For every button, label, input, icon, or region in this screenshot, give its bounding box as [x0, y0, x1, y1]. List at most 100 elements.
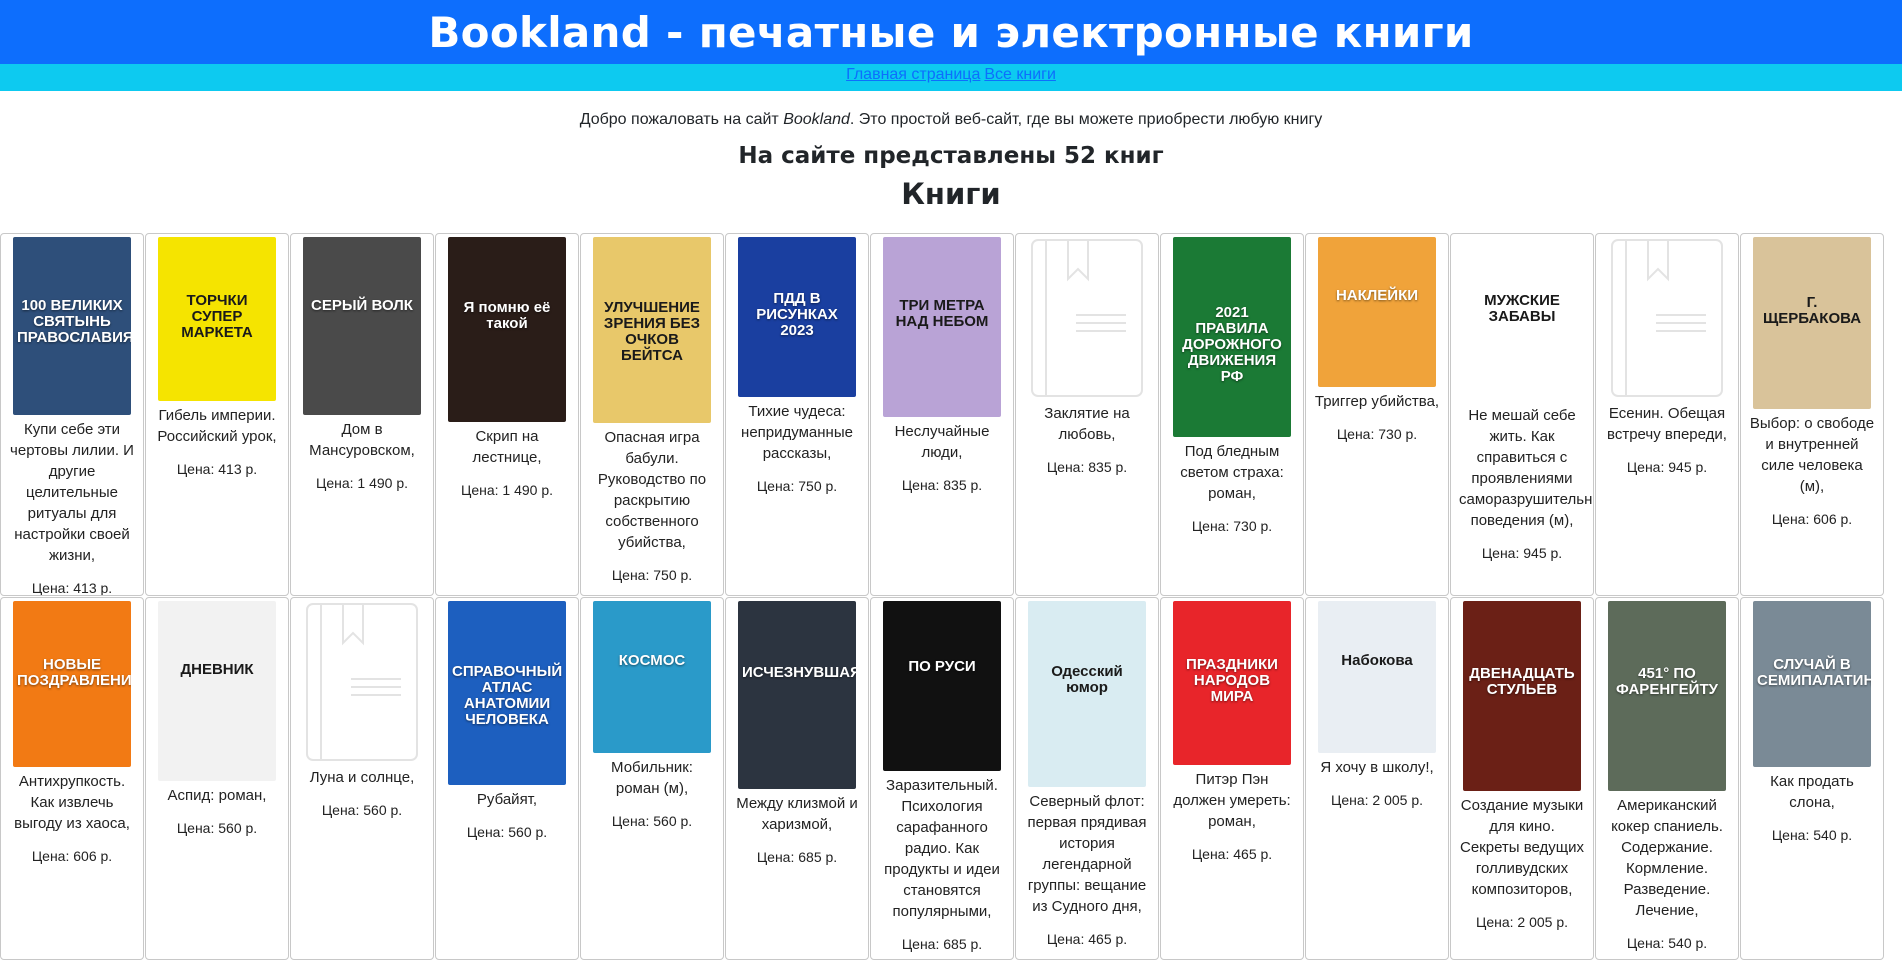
book-title[interactable]: Купи себе эти чертовы лилии. И другие це… — [9, 419, 135, 566]
cover-title: СЛУЧАЙ В СЕМИПАЛАТИНСКЕ — [1757, 656, 1871, 690]
book-cover[interactable]: СЕРЫЙ ВОЛК — [303, 237, 421, 415]
book-card[interactable]: СПРАВОЧНЫЙ АТЛАС АНАТОМИИ ЧЕЛОВЕКА Рубайя… — [435, 597, 579, 960]
book-card[interactable]: МУЖСКИЕ ЗАБАВЫ Не мешай себе жить. Как сп… — [1450, 233, 1594, 596]
book-cover[interactable]: КОСМОС — [593, 601, 711, 753]
book-title[interactable]: Гибель империи. Российский урок, — [154, 405, 280, 447]
book-cover[interactable]: ДНЕВНИК — [158, 601, 276, 781]
book-cover[interactable]: Набокова — [1318, 601, 1436, 753]
book-price: Цена: 560 р. — [321, 802, 403, 818]
book-title[interactable]: Американский кокер спаниель. Содержание.… — [1604, 795, 1730, 921]
book-title[interactable]: Как продать слона, — [1749, 771, 1875, 813]
book-card[interactable]: НОВЫЕ ПОЗДРАВЛЕНИЯ Антихрупкость. Как изв… — [0, 597, 144, 960]
book-title[interactable]: Мобильник: роман (м), — [589, 757, 715, 799]
book-card[interactable]: Набокова Я хочу в школу!, Цена: 2 005 р. — [1305, 597, 1449, 960]
nav-link-all-books[interactable]: Все книги — [984, 64, 1056, 86]
book-card[interactable]: 100 ВЕЛИКИХ СВЯТЫНЬ ПРАВОСЛАВИЯ Купи себе… — [0, 233, 144, 596]
book-cover[interactable]: Одесский юмор — [1028, 601, 1146, 787]
book-price: Цена: 945 р. — [1481, 545, 1563, 561]
nav-link-home[interactable]: Главная страница — [846, 64, 980, 86]
book-cover[interactable]: ПРАЗДНИКИ НАРОДОВ МИРА — [1173, 601, 1291, 765]
book-title[interactable]: Между клизмой и харизмой, — [734, 793, 860, 835]
book-cover[interactable]: НОВЫЕ ПОЗДРАВЛЕНИЯ — [13, 601, 131, 767]
book-price: Цена: 945 р. — [1626, 459, 1708, 475]
book-title[interactable]: Скрип на лестнице, — [444, 426, 570, 468]
book-cover[interactable]: УЛУЧШЕНИЕ ЗРЕНИЯ БЕЗ ОЧКОВ БЕЙТСА — [593, 237, 711, 423]
book-title[interactable]: Питэр Пэн должен умереть: роман, — [1169, 769, 1295, 832]
book-card[interactable]: СЕРЫЙ ВОЛК Дом в Мансуровском, Цена: 1 490… — [290, 233, 434, 596]
book-card[interactable]: 2021 ПРАВИЛА ДОРОЖНОГО ДВИЖЕНИЯ РФ Под бл… — [1160, 233, 1304, 596]
book-card[interactable]: КОСМОС Мобильник: роман (м), Цена: 560 р. — [580, 597, 724, 960]
book-card[interactable]: Заклятие на любовь, Цена: 835 р. — [1015, 233, 1159, 596]
book-price: Цена: 835 р. — [901, 477, 983, 493]
book-title[interactable]: Триггер убийства, — [1314, 391, 1440, 412]
book-card[interactable]: ПДД В РИСУНКАХ 2023 Тихие чудеса: неприду… — [725, 233, 869, 596]
book-card[interactable]: ТРИ МЕТРА НАД НЕБОМ Неслучайные люди, Цена… — [870, 233, 1014, 596]
book-title[interactable]: Заразительный. Психология сарафанного ра… — [879, 775, 1005, 922]
cover-title: ПО РУСИ — [908, 657, 976, 675]
book-price: Цена: 540 р. — [1771, 827, 1853, 843]
book-card[interactable]: ДНЕВНИК Аспид: роман, Цена: 560 р. — [145, 597, 289, 960]
book-card[interactable]: ТОРЧКИ СУПЕР МАРКЕТА Гибель империи. Росс… — [145, 233, 289, 596]
book-cover[interactable]: Я помню её такой — [448, 237, 566, 422]
book-cover[interactable]: НАКЛЕЙКИ — [1318, 237, 1436, 387]
book-card[interactable]: Луна и солнце, Цена: 560 р. — [290, 597, 434, 960]
book-cover[interactable]: Г. ЩЕРБАКОВА — [1753, 237, 1871, 409]
book-cover[interactable]: ПО РУСИ — [883, 601, 1001, 771]
book-title[interactable]: Северный флот: первая прядивая история л… — [1024, 791, 1150, 917]
book-card[interactable]: ИСЧЕЗНУВШАЯ Между клизмой и харизмой, Цена… — [725, 597, 869, 960]
book-price: Цена: 560 р. — [466, 824, 548, 840]
book-card[interactable]: ДВЕНАДЦАТЬ СТУЛЬЕВ Создание музыки для ки… — [1450, 597, 1594, 960]
book-cover[interactable]: 2021 ПРАВИЛА ДОРОЖНОГО ДВИЖЕНИЯ РФ — [1173, 237, 1291, 437]
book-title[interactable]: Под бледным светом страха: роман, — [1169, 441, 1295, 504]
book-title[interactable]: Выбор: о свободе и внутренней силе челов… — [1749, 413, 1875, 497]
book-card[interactable]: НАКЛЕЙКИ Триггер убийства, Цена: 730 р. — [1305, 233, 1449, 596]
book-card[interactable]: СЛУЧАЙ В СЕМИПАЛАТИНСКЕ Как продать слона… — [1740, 597, 1884, 960]
book-title[interactable]: Рубайят, — [444, 789, 570, 810]
book-card[interactable]: Г. ЩЕРБАКОВА Выбор: о свободе и внутренне… — [1740, 233, 1884, 596]
nav-bar: Главная страница Все книги — [0, 64, 1902, 91]
book-card[interactable]: ПРАЗДНИКИ НАРОДОВ МИРА Питэр Пэн должен у… — [1160, 597, 1304, 960]
book-card[interactable]: УЛУЧШЕНИЕ ЗРЕНИЯ БЕЗ ОЧКОВ БЕЙТСА Опасная… — [580, 233, 724, 596]
book-title[interactable]: Антихрупкость. Как извлечь выгоду из хао… — [9, 771, 135, 834]
book-cover[interactable]: МУЖСКИЕ ЗАБАВЫ — [1463, 237, 1581, 401]
book-title[interactable]: Опасная игра бабули. Руководство по раск… — [589, 427, 715, 553]
book-price: Цена: 750 р. — [611, 567, 693, 583]
book-card[interactable]: ПО РУСИ Заразительный. Психология сарафан… — [870, 597, 1014, 960]
book-placeholder-icon[interactable] — [1608, 237, 1726, 399]
book-price: Цена: 560 р. — [611, 813, 693, 829]
cover-title: 451° ПО ФАРЕНГЕЙТУ — [1616, 664, 1718, 698]
book-title[interactable]: Луна и солнце, — [299, 767, 425, 788]
book-title[interactable]: Заклятие на любовь, — [1024, 403, 1150, 445]
book-title[interactable]: Не мешай себе жить. Как справиться с про… — [1459, 405, 1593, 531]
book-cover[interactable]: ПДД В РИСУНКАХ 2023 — [738, 237, 856, 397]
book-title[interactable]: Дом в Мансуровском, — [299, 419, 425, 461]
book-placeholder-icon[interactable] — [1028, 237, 1146, 399]
book-placeholder-icon[interactable] — [303, 601, 421, 763]
book-cover[interactable]: 100 ВЕЛИКИХ СВЯТЫНЬ ПРАВОСЛАВИЯ — [13, 237, 131, 415]
book-title[interactable]: Неслучайные люди, — [879, 421, 1005, 463]
book-title[interactable]: Создание музыки для кино. Секреты ведущи… — [1459, 795, 1585, 900]
book-price: Цена: 730 р. — [1191, 518, 1273, 534]
book-cover[interactable]: СПРАВОЧНЫЙ АТЛАС АНАТОМИИ ЧЕЛОВЕКА — [448, 601, 566, 785]
book-price: Цена: 413 р. — [176, 461, 258, 477]
book-cover[interactable]: СЛУЧАЙ В СЕМИПАЛАТИНСКЕ — [1753, 601, 1871, 767]
book-card[interactable]: Я помню её такой Скрип на лестнице, Цена: … — [435, 233, 579, 596]
book-cover[interactable]: ТРИ МЕТРА НАД НЕБОМ — [883, 237, 1001, 417]
book-card[interactable]: Одесский юмор Северный флот: первая пряди… — [1015, 597, 1159, 960]
book-price: Цена: 1 490 р. — [315, 475, 409, 491]
book-price: Цена: 730 р. — [1336, 426, 1418, 442]
book-title[interactable]: Я хочу в школу!, — [1314, 757, 1440, 778]
book-cover[interactable]: ТОРЧКИ СУПЕР МАРКЕТА — [158, 237, 276, 401]
book-title[interactable]: Аспид: роман, — [154, 785, 280, 806]
cover-title: Одесский юмор — [1051, 663, 1123, 697]
book-cover[interactable]: 451° ПО ФАРЕНГЕЙТУ — [1608, 601, 1726, 791]
book-cover[interactable]: ДВЕНАДЦАТЬ СТУЛЬЕВ — [1463, 601, 1581, 791]
book-title[interactable]: Тихие чудеса: непридуманные рассказы, — [734, 401, 860, 464]
book-price: Цена: 465 р. — [1191, 846, 1273, 862]
book-price: Цена: 606 р. — [1771, 511, 1853, 527]
book-title[interactable]: Есенин. Обещая встречу впереди, — [1604, 403, 1730, 445]
book-cover[interactable]: ИСЧЕЗНУВШАЯ — [738, 601, 856, 789]
book-card[interactable]: Есенин. Обещая встречу впереди, Цена: 945… — [1595, 233, 1739, 596]
book-price: Цена: 540 р. — [1626, 935, 1708, 951]
book-card[interactable]: 451° ПО ФАРЕНГЕЙТУ Американский кокер спа… — [1595, 597, 1739, 960]
